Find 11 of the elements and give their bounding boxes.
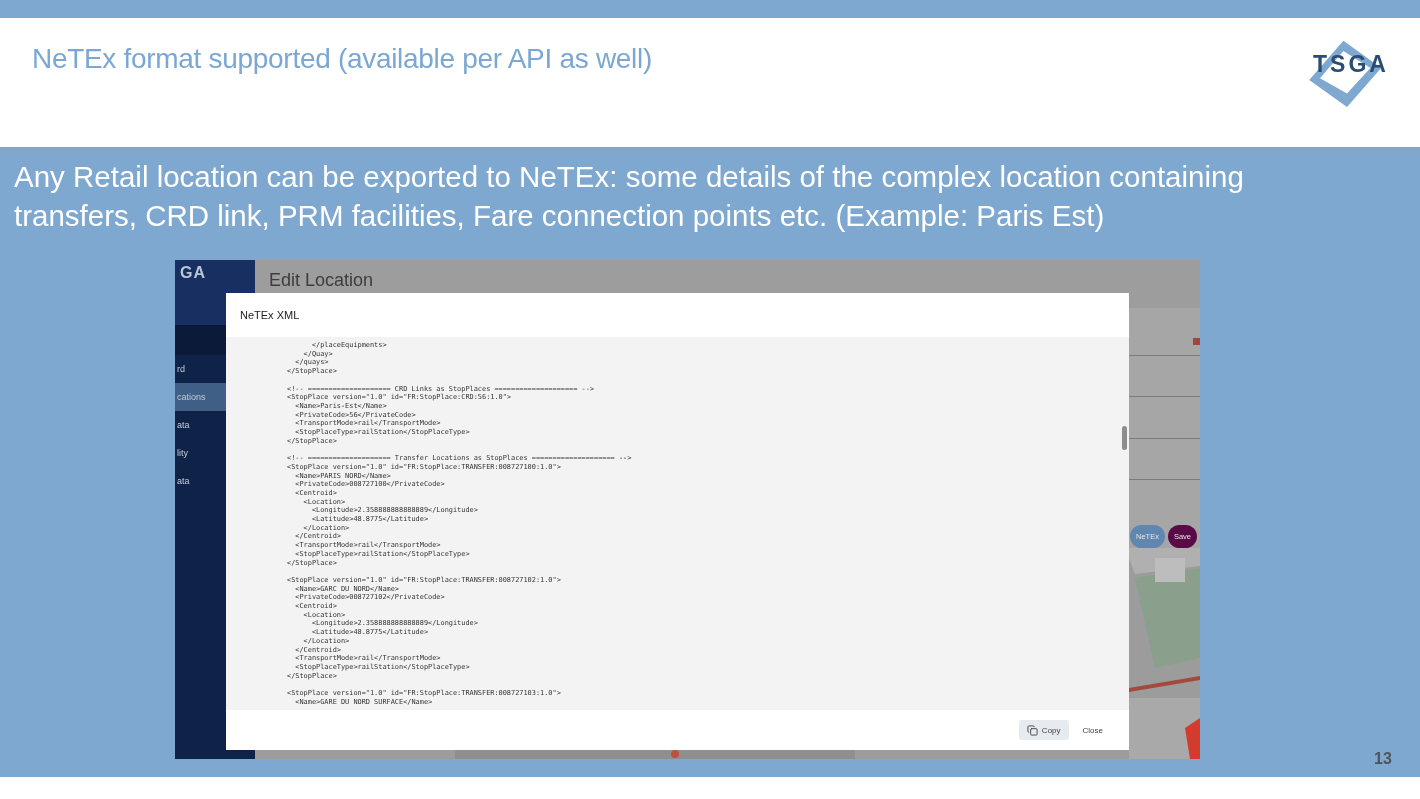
copy-button[interactable]: Copy — [1018, 720, 1069, 740]
status-icon — [1193, 338, 1200, 345]
page-title: Edit Location — [269, 269, 374, 291]
slide-description: Any Retail location can be exported to NeTEx: some details of the complex location containing transfers, CRD link, PRM facilities, Fare connection points etc. (Example: Paris Est) — [14, 159, 1245, 234]
scroll-thumb[interactable] — [1122, 426, 1127, 450]
dialog-title: NeTEx XML — [240, 309, 300, 321]
app-logo: GA — [180, 264, 206, 282]
close-button[interactable]: Close — [1076, 725, 1109, 735]
copy-icon — [1026, 724, 1038, 736]
page-number: 13 — [1374, 750, 1392, 768]
slide-title: NeTEx format supported (available per API as well) — [32, 43, 652, 75]
